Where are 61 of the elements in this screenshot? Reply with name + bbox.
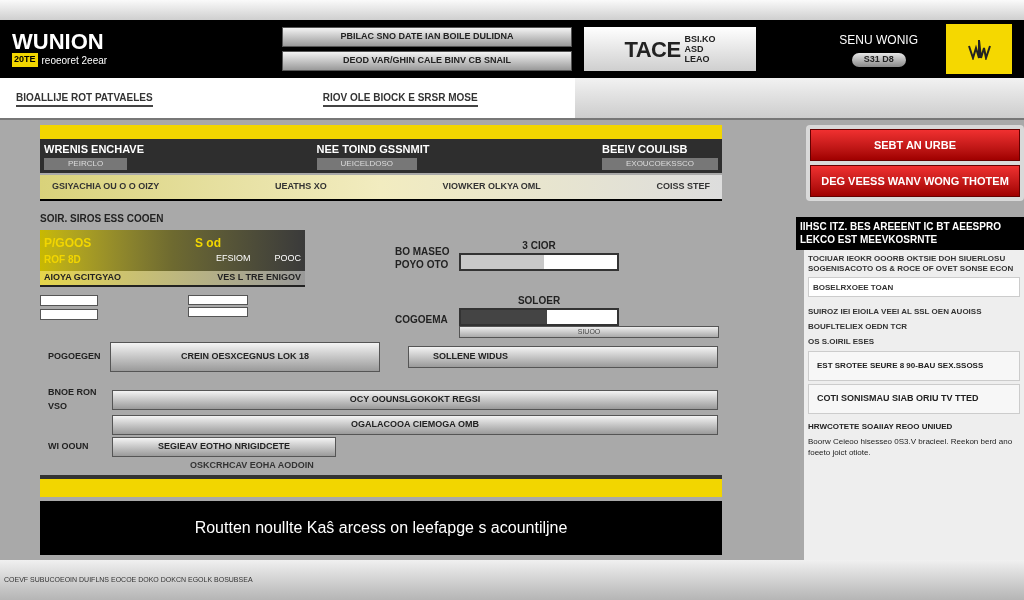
meter-label: BO MASEO POYO OTO xyxy=(395,246,451,271)
card-amount: POOC xyxy=(274,252,301,265)
primary-action-button[interactable]: DEG VEESS WANV WONG THOTEM xyxy=(810,165,1020,197)
row-button[interactable]: OCY OOUNSLGOKOKT REGSI xyxy=(112,389,718,410)
text-field[interactable]: BOSELRXOEE TOAN xyxy=(808,277,1020,297)
user-name: SENU WONIG xyxy=(839,32,918,50)
logo: WUNION xyxy=(12,30,105,53)
header-action-button[interactable]: DEOD VAR/GHIN CALE BINV CB SNAIL xyxy=(282,51,572,71)
column-title: NEE TOIND GSSNMIT xyxy=(316,142,430,157)
notice-text: IIHSC ITZ. BES AREEENT IC BT AEESPRO LEKCO EST MEEVKOSRNTE xyxy=(800,221,1002,246)
banner-text: Routten noullte Kaŝ arcess on leefapge s acountiljne xyxy=(194,517,568,538)
row-label: WI OOUN xyxy=(47,440,90,454)
info-line: BOUFLTELIEX OEDN TCR xyxy=(808,321,908,333)
nav-link[interactable]: RIOV OLE BIOCK E SRSR MOSE xyxy=(322,89,478,107)
row-button[interactable]: CREIN OESXCEGNUS LOK 18 xyxy=(110,342,380,372)
brand-subtext: LEAO xyxy=(684,54,711,64)
side-button[interactable]: SOLLENE WIDUS xyxy=(408,346,718,368)
card-footer-text: AIOYA GCITGYAO xyxy=(44,271,122,284)
card-line: ROF 8D xyxy=(44,253,81,267)
card-footer-text: VES L TRE ENIGOV xyxy=(217,271,301,284)
column-tab[interactable]: UEICELDOSO xyxy=(316,157,418,170)
section-label: SOIR. SIROS ESS COOEN xyxy=(40,212,165,226)
column-title: WRENIS ENCHAVE xyxy=(44,142,145,157)
logo-tag: 20TE xyxy=(12,53,38,67)
meter-caption: SOLOER xyxy=(517,294,561,308)
summary-text: COISS STEF xyxy=(656,180,710,194)
info-line: OS S.OIRIL ESES xyxy=(808,336,876,348)
note-text: Boorw Ceieoo hisesseo 0S3.V bracieel. Reekon berd ano foeeto joict otiote. xyxy=(808,436,1014,458)
emblem-button[interactable] xyxy=(946,24,1012,74)
input-field[interactable] xyxy=(188,294,248,305)
user-badge: S31 D8 xyxy=(851,53,906,67)
row-button[interactable]: OGALACOOA CIEMOGA OMB xyxy=(112,415,718,435)
column-title: BEEIV COULISB xyxy=(601,142,688,157)
meter-label: COGOEMA xyxy=(395,313,449,326)
logo-subtitle: reoeoret 2eear xyxy=(41,53,108,68)
row-button[interactable]: SEGIEAV EOTHO NRIGIDCETE xyxy=(112,437,336,457)
list-item[interactable]: EST SROTEE SEURE 8 90-BAU SEX.SSOSS xyxy=(808,351,1020,381)
meter-caption: 3 CIOR xyxy=(522,239,556,253)
summary-text: UEATHS XO xyxy=(275,180,327,194)
intro-text: TOCIUAR IEOKR OOORB OKTSIE DOH SIUERLOSU SOGENISACOTO OS & ROCE OF OVET SONSE ECON xyxy=(808,254,1015,274)
card-status: EFSIOM xyxy=(215,252,251,265)
brand-title: TACE xyxy=(624,35,681,64)
nav-link[interactable]: BIOALLIJE ROT PATVAELES xyxy=(16,89,153,107)
input-field[interactable] xyxy=(188,306,248,317)
card-code: P/GOOS xyxy=(44,235,92,252)
card-value: S od xyxy=(195,235,221,252)
header-action-button[interactable]: PBILAC SNO DATE IAN BOILE DULIDNA xyxy=(282,27,572,47)
summary-text: VIOWKER OLKYA OML xyxy=(442,180,541,194)
primary-action-button[interactable]: SEBT AN URBE xyxy=(810,129,1020,161)
input-field[interactable] xyxy=(40,294,98,306)
summary-text: GSIYACHIA OU O O OIZY xyxy=(52,180,160,194)
note-title: HRWCOTETE SOAIIAY REOO UNIUED xyxy=(808,421,954,433)
row-label: POGOEGEN xyxy=(47,350,102,364)
brand-subtext: BSI.KO xyxy=(684,34,716,44)
brand-subtext: ASD xyxy=(684,44,705,54)
section-heading: SUIROZ IEI EIOILA VEEI AL SSL OEN AUOISS xyxy=(808,306,983,318)
input-field[interactable] xyxy=(40,308,98,320)
row-note: OSKCRHCAV EOHA AODOIN xyxy=(190,459,315,472)
column-tab[interactable]: EXOUCOEKSSCO xyxy=(601,157,718,170)
row-label: BNOE RON VSO xyxy=(47,386,98,413)
list-item[interactable]: COTI SONISMAU SIAB ORIU TV TTED xyxy=(808,384,1020,414)
